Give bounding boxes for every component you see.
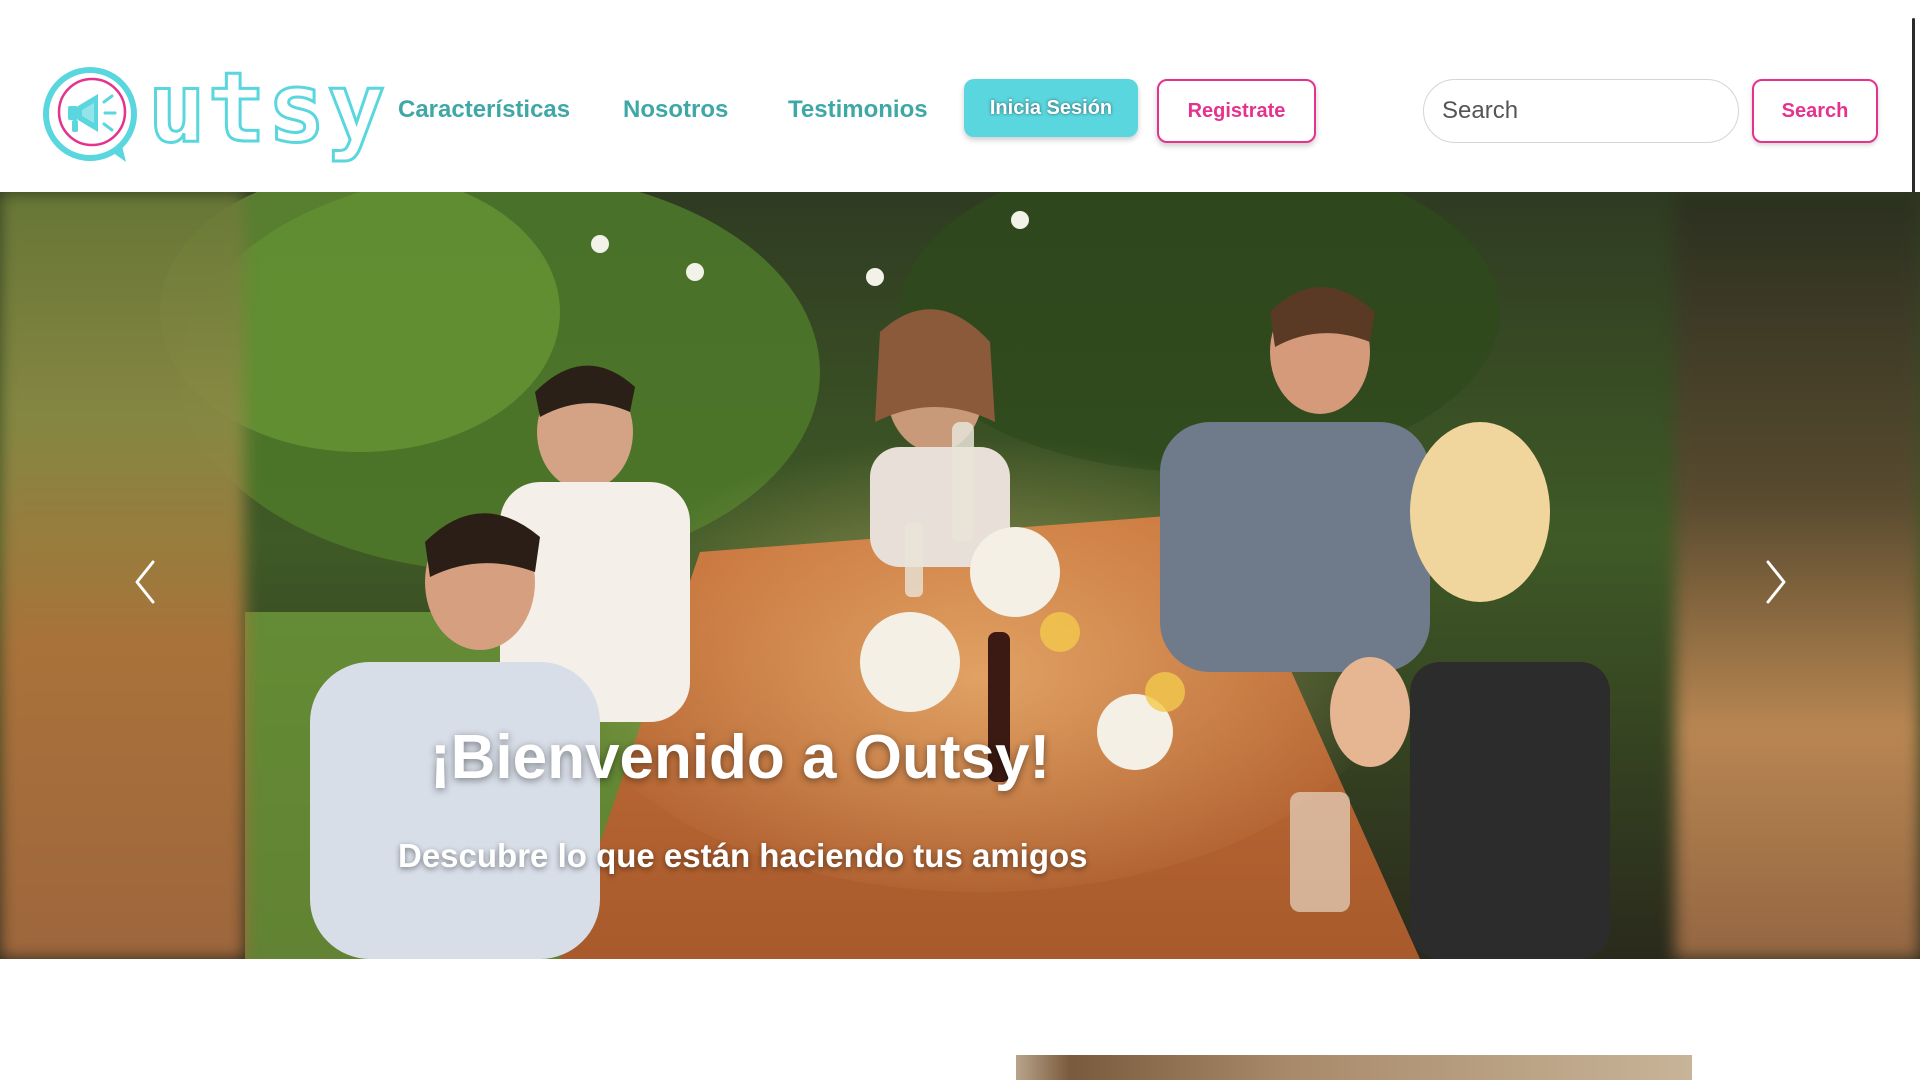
nav-link-caracteristicas[interactable]: Características — [398, 96, 570, 124]
megaphone-icon — [43, 67, 137, 162]
login-button[interactable]: Inicia Sesión — [964, 79, 1138, 137]
register-button[interactable]: Registrate — [1157, 79, 1316, 143]
hero-carousel: ¡Bienvenido a Outsy! Descubre lo que est… — [0, 192, 1920, 959]
logo-wordmark: utsy — [146, 52, 388, 164]
chevron-left-icon[interactable] — [125, 552, 165, 612]
scrollbar-thumb[interactable] — [1912, 18, 1915, 208]
search-button[interactable]: Search — [1752, 79, 1878, 143]
section-image — [1016, 1055, 1692, 1080]
hero-title: ¡Bienvenido a Outsy! — [430, 723, 1051, 792]
chevron-right-icon[interactable] — [1756, 552, 1796, 612]
hero-subtitle: Descubre lo que están haciendo tus amigo… — [398, 837, 1088, 874]
carousel-prev-slide-preview — [0, 192, 245, 959]
brand-logo[interactable]: utsy — [42, 59, 387, 166]
navbar: utsy Características Nosotros Testimonio… — [0, 0, 1920, 192]
nav-link-testimonios[interactable]: Testimonios — [788, 96, 928, 124]
carousel-next-slide-preview — [1675, 192, 1920, 959]
nav-link-nosotros[interactable]: Nosotros — [623, 96, 728, 124]
search-input[interactable] — [1423, 79, 1739, 143]
